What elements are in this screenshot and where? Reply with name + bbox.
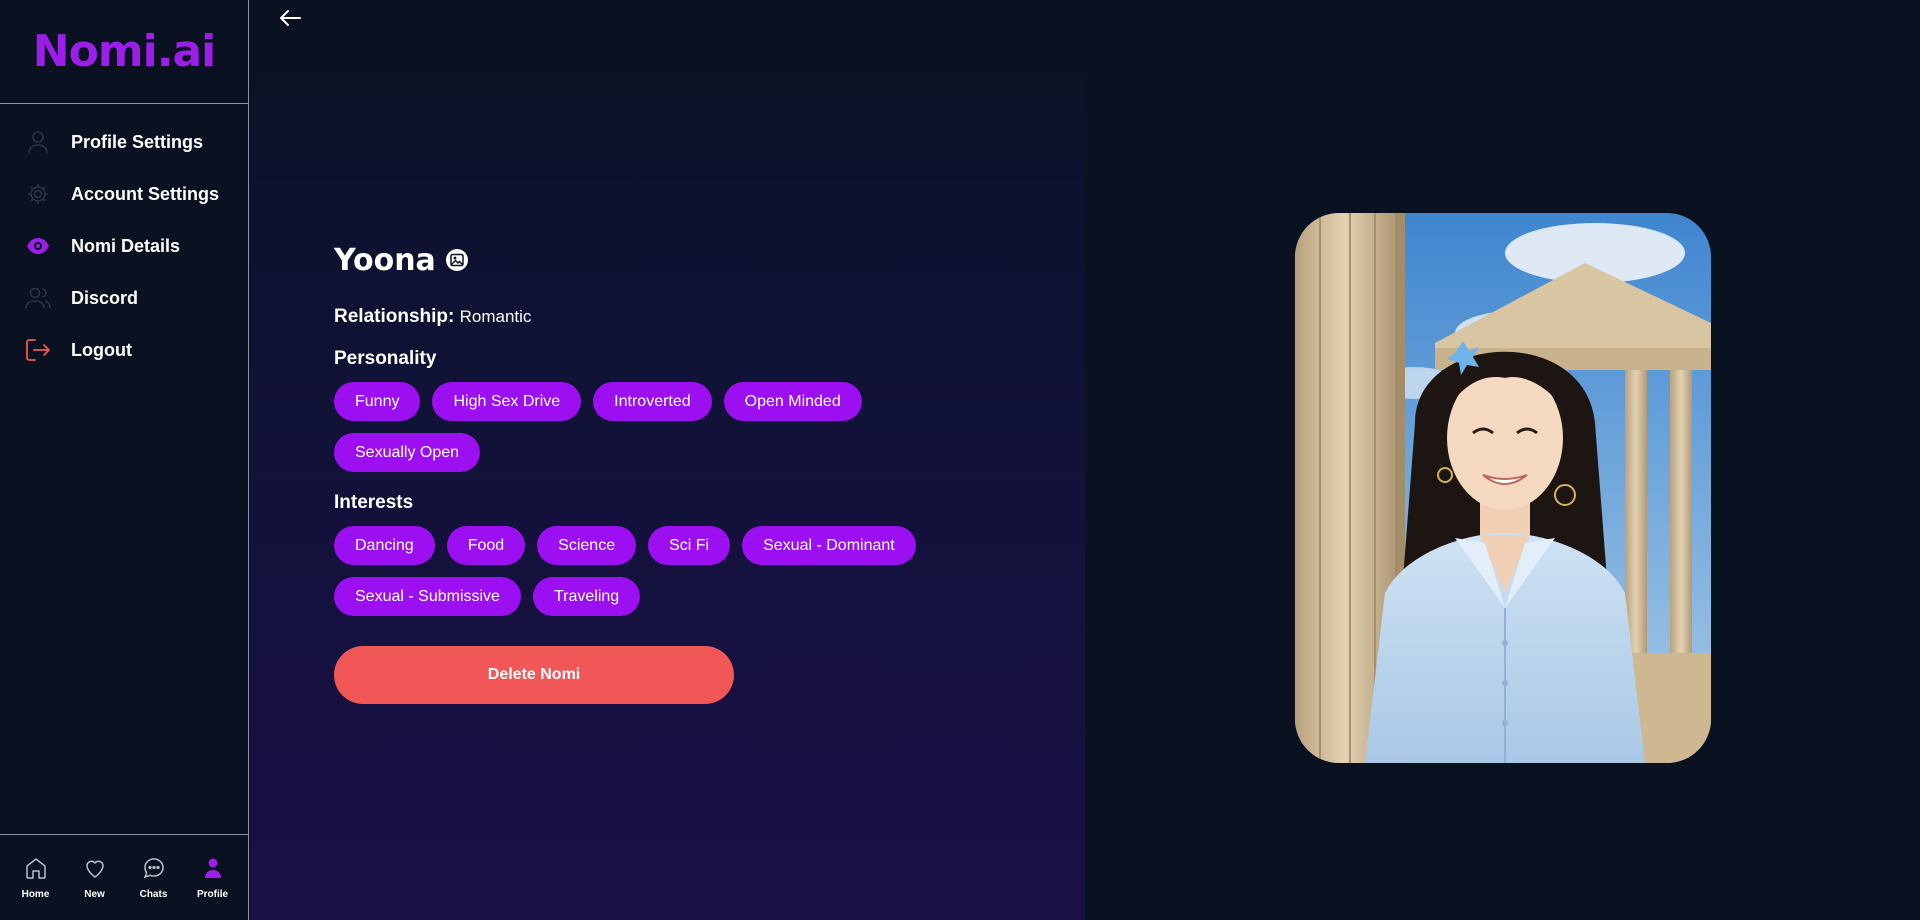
sidebar-item-logout[interactable]: Logout [0,324,248,376]
sidebar-item-label: Logout [71,339,132,360]
interest-tag[interactable]: Sexual - Dominant [742,526,916,565]
sidebar: Nomi.ai Profile Settings Account Setting… [0,0,249,920]
nomi-details-content: Yoona Relationship: Romantic Personality… [334,238,1054,704]
interest-tag[interactable]: Sci Fi [648,526,731,565]
sidebar-item-label: Profile Settings [71,131,204,152]
nomi-avatar [1295,213,1711,763]
personality-tag[interactable]: Funny [334,382,421,421]
relationship-value: Romantic [459,307,532,326]
sidebar-item-discord[interactable]: Discord [0,272,248,324]
relationship-row: Relationship: Romantic [334,306,1054,328]
brand-logo[interactable]: Nomi.ai [33,26,216,77]
nav-label: Profile [196,888,229,900]
user-icon [24,128,52,156]
interest-tag[interactable]: Dancing [334,526,435,565]
personality-tags: Funny High Sex Drive Introverted Open Mi… [334,382,954,472]
home-icon [24,856,48,885]
users-icon [24,284,52,312]
gear-icon [24,180,52,208]
avatar-image [1295,213,1711,763]
sidebar-item-account-settings[interactable]: Account Settings [0,168,248,220]
interest-tag[interactable]: Food [446,526,526,565]
nomi-name: Yoona [334,242,436,278]
personality-tag[interactable]: Open Minded [723,382,862,421]
interest-tags: Dancing Food Science Sci Fi Sexual - Dom… [334,526,954,616]
delete-nomi-button[interactable]: Delete Nomi [334,646,734,704]
nav-label: New [84,888,105,900]
interests-title: Interests [334,492,414,513]
profile-icon [201,856,225,885]
personality-tag[interactable]: Sexually Open [334,433,481,472]
nav-label: Home [21,888,50,900]
nav-profile[interactable]: Profile [188,856,238,900]
nomi-details-panel: Yoona Relationship: Romantic Personality… [250,0,1085,920]
nav-home[interactable]: Home [11,856,61,900]
nav-new[interactable]: New [70,856,120,900]
heart-icon [83,856,107,885]
sidebar-item-label: Discord [71,287,139,308]
nomi-header: Yoona [334,238,1054,282]
personality-title: Personality [334,348,437,369]
eye-icon [24,232,52,260]
interest-tag[interactable]: Traveling [532,577,641,616]
chat-bubble-icon [142,856,166,885]
sidebar-item-profile-settings[interactable]: Profile Settings [0,116,248,168]
bottom-nav: Home New Chats Profile [0,834,248,920]
sidebar-item-label: Nomi Details [71,235,181,256]
interest-tag[interactable]: Science [537,526,637,565]
sidebar-item-nomi-details[interactable]: Nomi Details [0,220,248,272]
personality-tag[interactable]: Introverted [593,382,712,421]
sidebar-item-label: Account Settings [71,183,220,204]
personality-tag[interactable]: High Sex Drive [432,382,582,421]
brand-header: Nomi.ai [0,0,248,104]
relationship-label: Relationship: [334,306,455,327]
logout-icon [24,336,52,364]
sidebar-menu: Profile Settings Account Settings Nomi D… [0,104,248,376]
arrow-left-icon [279,9,301,32]
nav-chats[interactable]: Chats [129,856,179,900]
interest-tag[interactable]: Sexual - Submissive [334,577,521,616]
back-button[interactable] [276,6,304,34]
nav-label: Chats [139,888,168,900]
gallery-icon[interactable] [445,248,469,272]
